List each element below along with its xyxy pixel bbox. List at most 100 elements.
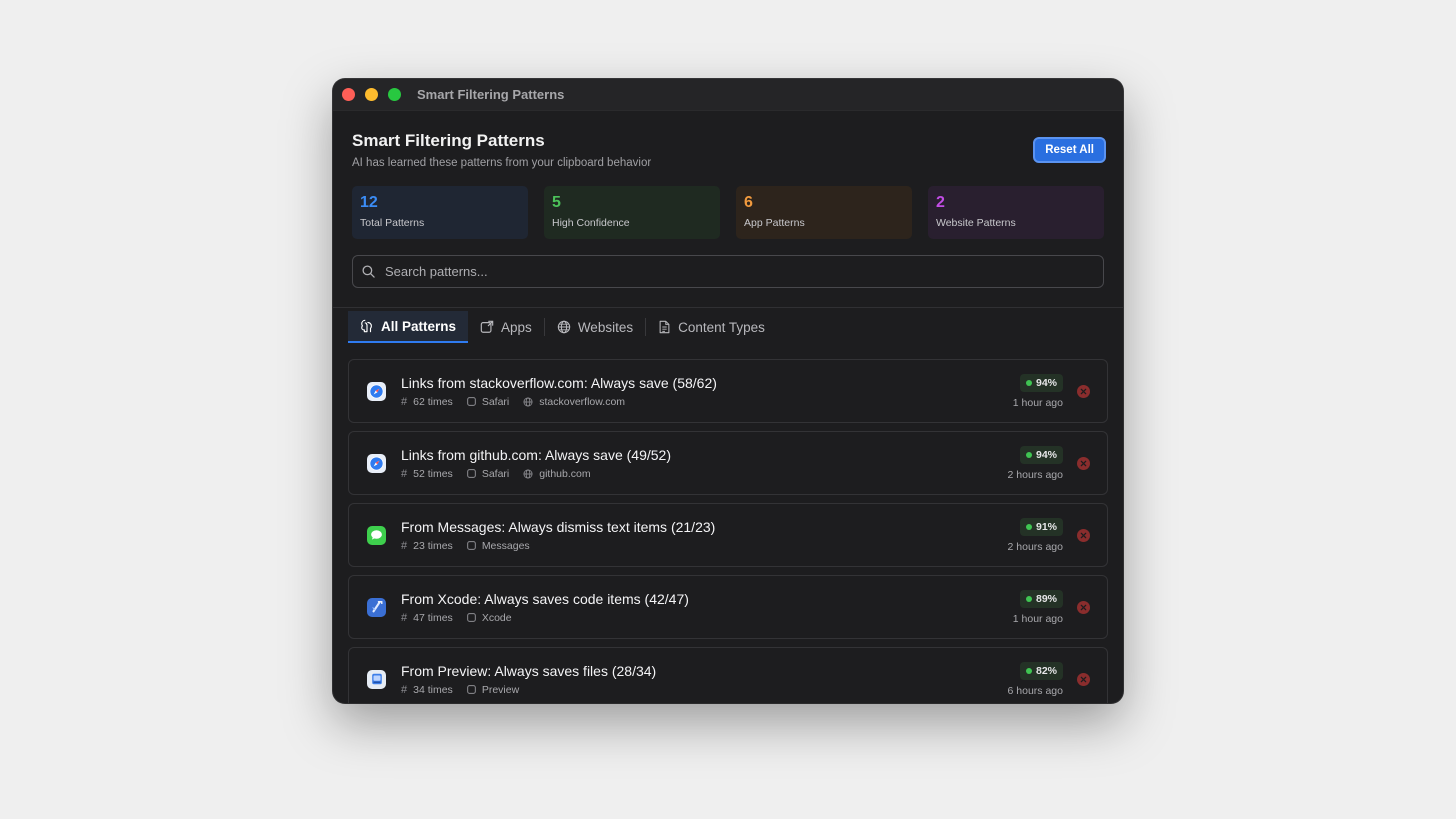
confidence-badge: 94% <box>1019 446 1063 464</box>
search-icon <box>362 265 375 278</box>
confidence-dot-icon <box>1025 452 1032 458</box>
pattern-meta: # 23 times Messages <box>401 540 1008 552</box>
section-divider <box>333 307 1123 308</box>
website-name: stackoverflow.com <box>523 396 625 408</box>
occurrence-count: # 52 times <box>401 468 453 480</box>
delete-pattern-button[interactable] <box>1077 384 1090 398</box>
pattern-status: 94% 1 hour ago <box>1013 373 1063 409</box>
tab-content-types[interactable]: Content Types <box>646 311 777 343</box>
tab-label: Apps <box>501 319 532 335</box>
pattern-row[interactable]: From Xcode: Always saves code items (42/… <box>348 575 1108 639</box>
close-icon <box>1080 532 1087 538</box>
tab-websites[interactable]: Websites <box>545 311 645 343</box>
tab-label: Websites <box>577 319 634 335</box>
app-square-icon <box>466 397 476 406</box>
pattern-meta: # 34 times Preview <box>401 684 1008 696</box>
hash-icon: # <box>401 683 408 696</box>
confidence-dot-icon <box>1025 524 1032 530</box>
filter-tabs: All Patterns Apps Websites Content Types <box>333 310 1123 344</box>
stat-app-patterns: 6 App Patterns <box>736 186 912 239</box>
hash-icon: # <box>401 611 408 624</box>
app-square-icon <box>466 469 476 478</box>
pattern-row[interactable]: Links from github.com: Always save (49/5… <box>348 431 1108 495</box>
pattern-row[interactable]: Links from stackoverflow.com: Always sav… <box>348 359 1108 423</box>
delete-pattern-button[interactable] <box>1077 456 1090 470</box>
app-name: Safari <box>466 395 510 408</box>
stats-row: 12 Total Patterns 5 High Confidence 6 Ap… <box>333 186 1123 239</box>
minimize-window-button[interactable] <box>365 88 378 101</box>
confidence-dot-icon <box>1025 596 1032 602</box>
delete-pattern-button[interactable] <box>1077 600 1090 614</box>
last-seen-time: 1 hour ago <box>1012 397 1063 409</box>
website-name: github.com <box>523 467 591 480</box>
close-icon <box>1080 460 1087 466</box>
reset-all-button[interactable]: Reset All <box>1033 137 1106 163</box>
pattern-info: From Messages: Always dismiss text items… <box>401 519 1008 552</box>
delete-pattern-button[interactable] <box>1077 672 1090 686</box>
confidence-text: 82% <box>1035 665 1057 677</box>
pattern-info: Links from stackoverflow.com: Always sav… <box>401 375 1013 408</box>
stat-high-confidence: 5 High Confidence <box>544 186 720 239</box>
app-text: Safari <box>481 395 510 408</box>
stat-value: 2 <box>936 194 945 211</box>
page-title: Smart Filtering Patterns <box>352 131 545 150</box>
count-text: 52 times <box>413 467 453 480</box>
close-window-button[interactable] <box>342 88 355 101</box>
pattern-status: 94% 2 hours ago <box>1008 445 1063 481</box>
stat-value: 6 <box>744 194 753 211</box>
stat-value: 12 <box>360 194 378 211</box>
search-input[interactable] <box>383 263 1103 280</box>
app-name: Xcode <box>466 611 512 624</box>
zoom-window-button[interactable] <box>388 88 401 101</box>
search-box[interactable] <box>352 255 1104 288</box>
last-seen-time: 2 hours ago <box>1007 541 1063 553</box>
last-seen-time: 6 hours ago <box>1007 685 1063 697</box>
globe-icon <box>523 397 533 406</box>
tab-all-patterns[interactable]: All Patterns <box>348 311 469 343</box>
brain-icon <box>361 319 372 333</box>
stat-value: 5 <box>552 194 561 211</box>
delete-pattern-button[interactable] <box>1077 528 1090 542</box>
globe-icon <box>523 469 533 478</box>
safari-icon <box>367 381 386 401</box>
document-icon <box>659 320 670 334</box>
app-square-icon <box>466 613 476 622</box>
tab-label: All Patterns <box>381 318 457 334</box>
pattern-meta: # 62 times Safari stackoverflow.com <box>401 396 1013 408</box>
window-title: Smart Filtering Patterns <box>417 87 565 102</box>
preview-icon <box>367 669 386 689</box>
occurrence-count: # 23 times <box>401 540 453 552</box>
hash-icon: # <box>401 395 408 408</box>
pattern-title: From Preview: Always saves files (28/34) <box>401 662 657 679</box>
tab-label: Content Types <box>678 319 765 335</box>
site-text: stackoverflow.com <box>539 395 626 408</box>
confidence-badge: 94% <box>1019 374 1063 392</box>
confidence-badge: 82% <box>1019 662 1063 680</box>
tab-apps[interactable]: Apps <box>468 311 544 343</box>
stat-website-patterns: 2 Website Patterns <box>928 186 1104 239</box>
pattern-info: From Xcode: Always saves code items (42/… <box>401 591 1013 624</box>
last-seen-time: 2 hours ago <box>1007 469 1063 481</box>
xcode-icon <box>367 597 386 617</box>
pattern-row[interactable]: From Preview: Always saves files (28/34)… <box>348 647 1108 703</box>
pattern-info: Links from github.com: Always save (49/5… <box>401 447 1008 480</box>
pattern-status: 89% 1 hour ago <box>1013 589 1063 625</box>
app-text: Safari <box>481 467 510 480</box>
site-text: github.com <box>539 467 591 480</box>
count-text: 23 times <box>413 539 453 552</box>
window-controls <box>342 88 401 101</box>
app-text: Xcode <box>481 611 512 624</box>
close-icon <box>1080 388 1087 394</box>
pattern-meta: # 52 times Safari github.com <box>401 468 1008 480</box>
confidence-badge: 89% <box>1019 590 1063 608</box>
pattern-status: 91% 2 hours ago <box>1008 517 1063 553</box>
stat-label: Website Patterns <box>936 217 1016 229</box>
pattern-row[interactable]: From Messages: Always dismiss text items… <box>348 503 1108 567</box>
hash-icon: # <box>401 467 408 480</box>
count-text: 47 times <box>413 611 453 624</box>
app-square-icon <box>466 541 476 550</box>
app-square-icon <box>466 685 476 694</box>
confidence-dot-icon <box>1025 380 1032 386</box>
count-text: 62 times <box>413 395 453 408</box>
count-text: 34 times <box>413 683 453 696</box>
